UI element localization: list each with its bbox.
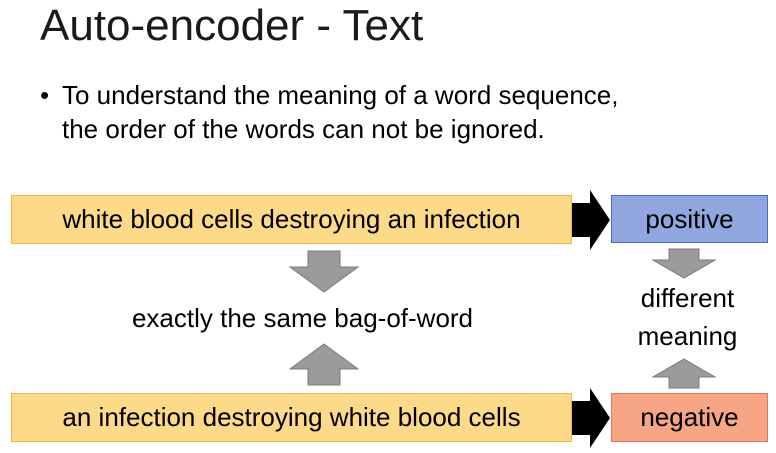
bullet-text: To understand the meaning of a word sequ… bbox=[62, 78, 740, 146]
different-meaning-line-2: meaning bbox=[637, 321, 738, 351]
sentence-bottom-text: an infection destroying white blood cell… bbox=[62, 402, 521, 432]
bullet-line-1: To understand the meaning of a word sequ… bbox=[62, 80, 619, 110]
negative-label: negative bbox=[640, 402, 739, 432]
different-meaning-line-1: different bbox=[640, 283, 735, 313]
slide-title: Auto-encoder - Text bbox=[40, 1, 424, 50]
bullet-line-2: the order of the words can not be ignore… bbox=[62, 114, 545, 144]
sentence-top-text: white blood cells destroying an infectio… bbox=[62, 204, 521, 234]
sentence-box-bottom: an infection destroying white blood cell… bbox=[11, 393, 572, 442]
positive-label: positive bbox=[645, 203, 734, 234]
different-meaning-label: different meaning bbox=[610, 279, 765, 355]
negative-box: negative bbox=[611, 393, 768, 442]
down-arrow-icon bbox=[288, 250, 360, 293]
sentence-box-top: white blood cells destroying an infectio… bbox=[11, 195, 572, 244]
up-arrow-icon bbox=[288, 343, 360, 386]
up-arrow-right-icon bbox=[651, 358, 717, 389]
bullet-point: • To understand the meaning of a word se… bbox=[40, 78, 740, 146]
bag-of-word-label: exactly the same bag-of-word bbox=[131, 303, 474, 333]
down-arrow-right-icon bbox=[651, 248, 717, 279]
positive-box: positive bbox=[611, 195, 768, 243]
bullet-symbol: • bbox=[40, 80, 50, 110]
right-arrow-icon bbox=[572, 190, 610, 250]
right-arrow-bottom-icon bbox=[572, 388, 610, 448]
